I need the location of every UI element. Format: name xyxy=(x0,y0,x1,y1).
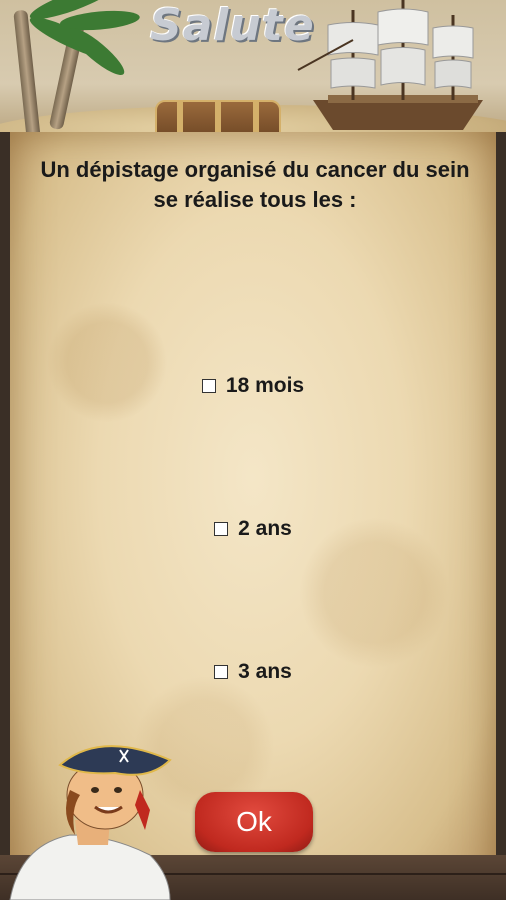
checkbox-icon[interactable] xyxy=(201,379,216,393)
pirate-character-icon xyxy=(9,745,172,900)
app-logo: Salute xyxy=(150,0,315,51)
checkbox-icon[interactable] xyxy=(214,522,229,536)
answer-option-2[interactable]: 2 ans xyxy=(0,517,506,541)
header-scene: Salute xyxy=(0,0,506,140)
answer-option-1[interactable]: 18 mois xyxy=(0,374,506,398)
answer-label: 3 ans xyxy=(238,660,292,683)
pirate-ship-icon xyxy=(297,0,483,130)
answer-label: 2 ans xyxy=(238,517,292,540)
answer-option-3[interactable]: 3 ans xyxy=(0,660,506,684)
ok-button[interactable]: Ok xyxy=(195,792,313,852)
quiz-question: Un dépistage organisé du cancer du sein … xyxy=(40,157,470,212)
answer-label: 18 mois xyxy=(225,374,305,397)
checkbox-icon[interactable] xyxy=(214,665,229,679)
